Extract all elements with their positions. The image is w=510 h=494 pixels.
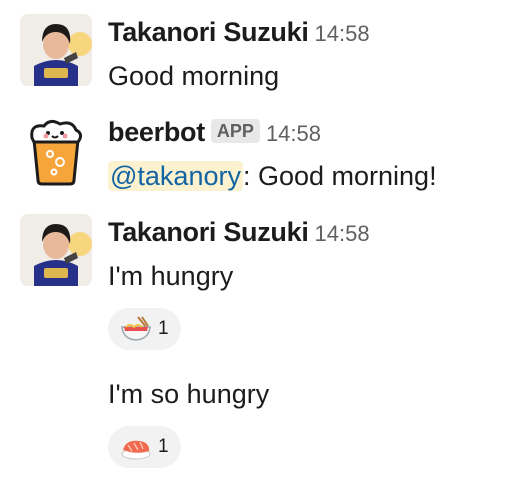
message-text-rest: : Good morning! — [242, 161, 437, 191]
message-text: Good morning — [108, 61, 280, 91]
sushi-icon — [121, 440, 151, 460]
sender-name[interactable]: Takanori Suzuki — [108, 17, 309, 47]
reaction-ramen[interactable]: 1 — [108, 308, 181, 350]
user-avatar[interactable] — [20, 14, 92, 86]
message-header: Takanori Suzuki 14:58 — [108, 14, 370, 50]
person-avatar-icon — [20, 14, 92, 86]
person-avatar-icon — [20, 214, 92, 286]
reaction-count: 1 — [158, 318, 169, 339]
message-text: I'm hungry — [108, 261, 234, 291]
bot-avatar[interactable] — [20, 114, 92, 186]
sender-name[interactable]: beerbot — [108, 117, 205, 147]
app-badge: APP — [210, 119, 260, 143]
reaction-count: 1 — [158, 436, 169, 457]
message-text: I'm so hungry — [108, 379, 270, 409]
beer-mug-icon — [30, 119, 83, 186]
timestamp[interactable]: 14:58 — [315, 221, 370, 246]
reaction-sushi[interactable]: 1 — [108, 426, 181, 468]
timestamp[interactable]: 14:58 — [315, 21, 370, 46]
message-header: beerbot APP 14:58 — [108, 114, 321, 150]
user-mention[interactable]: @takanory — [108, 161, 243, 191]
message-header: Takanori Suzuki 14:58 — [108, 214, 370, 250]
sender-name[interactable]: Takanori Suzuki — [108, 217, 309, 247]
timestamp[interactable]: 14:58 — [266, 121, 321, 146]
ramen-icon — [121, 316, 151, 341]
user-avatar[interactable] — [20, 214, 92, 286]
message-text: @takanory: Good morning! — [108, 158, 437, 194]
